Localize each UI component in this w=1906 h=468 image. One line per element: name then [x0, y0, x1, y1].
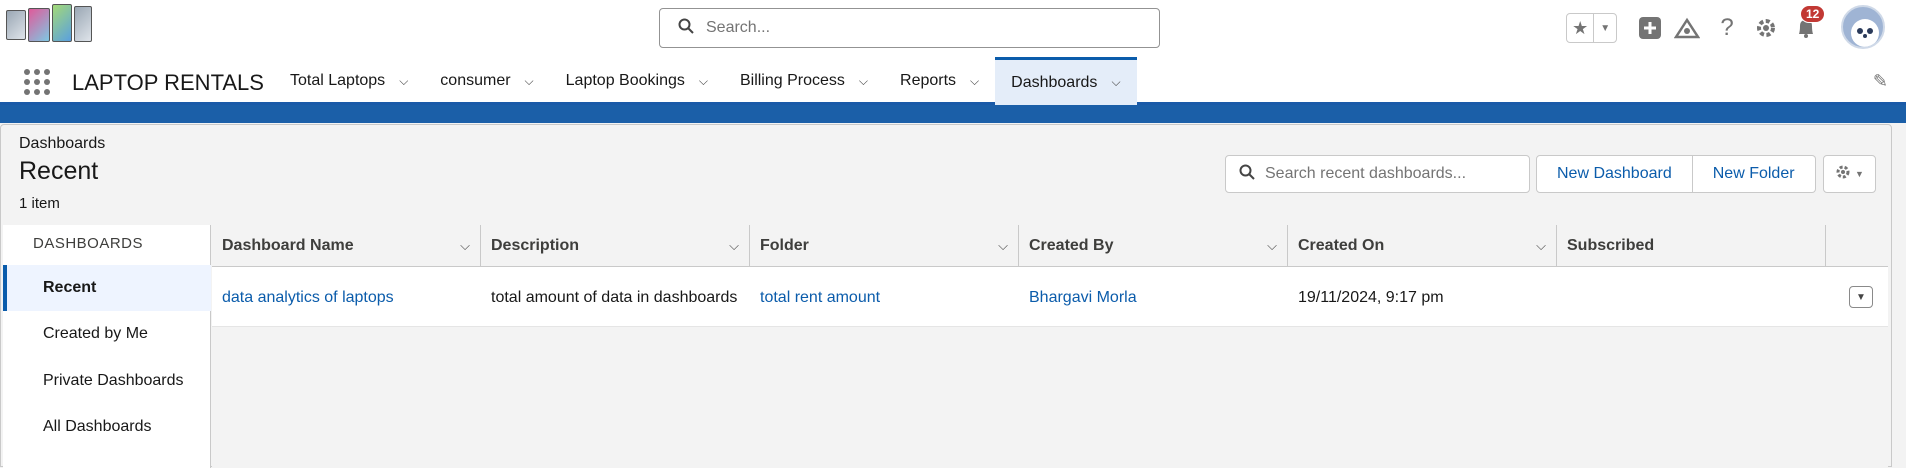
search-icon [678, 18, 694, 39]
sidebar-item-label: Recent [43, 279, 97, 296]
tab-label: Dashboards [1011, 73, 1098, 91]
dashboards-table: Dashboard Name ⌵ Description ⌵ Folder ⌵ Cre… [212, 225, 1888, 468]
column-header-dashboard-name[interactable]: Dashboard Name ⌵ [212, 225, 481, 267]
subscribed-value [1557, 267, 1826, 327]
chevron-down-icon[interactable]: ⌵ [399, 74, 408, 89]
column-header-subscribed[interactable]: Subscribed [1557, 225, 1826, 267]
global-add-icon[interactable] [1636, 14, 1664, 42]
created-by-link[interactable]: Bhargavi Morla [1019, 267, 1288, 327]
folder-link[interactable]: total rent amount [750, 267, 1019, 327]
user-avatar[interactable] [1841, 5, 1885, 49]
tab-label: consumer [440, 72, 511, 89]
item-count: 1 item [19, 195, 60, 212]
row-actions-dropdown-icon[interactable]: ▼ [1849, 286, 1873, 308]
tab-consumer[interactable]: consumer ⌵ [424, 57, 549, 105]
sidebar-item-label: Created by Me [43, 325, 148, 342]
trailhead-icon[interactable] [1673, 14, 1701, 42]
favorites-dropdown-icon[interactable]: ▼ [1594, 14, 1616, 42]
column-header-label: Subscribed [1567, 237, 1655, 254]
dashboard-description: total amount of data in dashboards [491, 288, 738, 306]
sidebar-item-all-dashboards[interactable]: All Dashboards [3, 404, 211, 450]
chevron-down-icon[interactable]: ⌵ [1536, 238, 1546, 254]
sidebar-item-created-by-me[interactable]: Created by Me [3, 311, 211, 357]
tab-reports[interactable]: Reports ⌵ [884, 57, 995, 105]
column-header-label: Description [491, 237, 580, 254]
tab-billing-process[interactable]: Billing Process ⌵ [724, 57, 884, 105]
star-icon[interactable]: ★ [1567, 14, 1595, 42]
app-nav-bar: LAPTOP RENTALS Total Laptops ⌵ consumer ⌵ … [0, 57, 1906, 105]
column-header-description[interactable]: Description ⌵ [481, 225, 750, 267]
tab-label: Billing Process [739, 72, 845, 89]
new-dashboard-button[interactable]: New Dashboard [1536, 155, 1693, 193]
notification-badge: 12 [1800, 5, 1826, 23]
chevron-down-icon[interactable]: ⌵ [699, 74, 708, 89]
tab-label: Total Laptops [290, 72, 386, 89]
tab-total-laptops[interactable]: Total Laptops ⌵ [274, 57, 424, 105]
setup-gear-icon[interactable] [1752, 14, 1780, 42]
table-row: data analytics of laptops total amount o… [212, 267, 1888, 327]
chevron-down-icon[interactable]: ⌵ [1267, 238, 1277, 254]
chevron-down-icon[interactable]: ⌵ [859, 74, 868, 89]
list-settings-button[interactable]: ▼ [1823, 155, 1876, 193]
column-header-folder[interactable]: Folder ⌵ [750, 225, 1019, 267]
tab-dashboards[interactable]: Dashboards ⌵ [995, 57, 1137, 105]
chevron-down-icon: ▼ [1855, 169, 1864, 179]
chevron-down-icon[interactable]: ⌵ [729, 238, 739, 254]
chevron-down-icon[interactable]: ⌵ [460, 238, 470, 254]
column-header-label: Dashboard Name [222, 237, 354, 254]
dashboards-sidebar: DASHBOARDS Recent Created by Me Private … [3, 225, 211, 468]
tab-laptop-bookings[interactable]: Laptop Bookings ⌵ [550, 57, 724, 105]
sidebar-item-label: All Dashboards [43, 418, 152, 435]
breadcrumb: Dashboards [19, 135, 106, 152]
list-view-card: Dashboards Recent 1 item New Dashboard N… [0, 124, 1892, 468]
chevron-down-icon[interactable]: ⌵ [525, 74, 534, 89]
sidebar-item-label: Private Dashboards [43, 372, 184, 389]
action-button-group: New Dashboard New Folder [1536, 155, 1816, 193]
chevron-down-icon[interactable]: ⌵ [1111, 75, 1120, 90]
sidebar-item-private-dashboards[interactable]: Private Dashboards [3, 358, 211, 404]
sidebar-item-recent[interactable]: Recent [3, 265, 211, 311]
chevron-down-icon[interactable]: ⌵ [998, 238, 1008, 254]
recent-search-field[interactable] [1225, 155, 1530, 193]
nav-tabs: Total Laptops ⌵ consumer ⌵ Laptop Bookings… [274, 57, 1137, 105]
search-icon [1239, 164, 1255, 185]
recent-search-input[interactable] [1265, 165, 1515, 183]
global-search-input[interactable] [706, 19, 1126, 37]
tab-label: Reports [900, 72, 957, 89]
chevron-down-icon[interactable]: ⌵ [970, 74, 979, 89]
gear-icon [1835, 164, 1851, 185]
sidebar-title: DASHBOARDS [33, 235, 144, 252]
column-header-created-by[interactable]: Created By ⌵ [1019, 225, 1288, 267]
favorites-group: ★ ▼ [1566, 13, 1617, 43]
column-header-label: Created On [1298, 237, 1385, 254]
column-header-label: Folder [760, 237, 809, 254]
table-header-row: Dashboard Name ⌵ Description ⌵ Folder ⌵ Cre… [212, 225, 1888, 267]
edit-nav-pencil-icon[interactable]: ✎ [1873, 71, 1888, 92]
company-logo[interactable] [6, 4, 92, 51]
column-header-actions [1826, 225, 1888, 267]
column-header-label: Created By [1029, 237, 1114, 254]
tab-label: Laptop Bookings [565, 72, 685, 89]
global-search-field[interactable] [659, 8, 1160, 48]
dashboard-name-link[interactable]: data analytics of laptops [212, 267, 481, 327]
column-header-created-on[interactable]: Created On ⌵ [1288, 225, 1557, 267]
page-title: Recent [19, 157, 99, 185]
created-on-value: 19/11/2024, 9:17 pm [1298, 288, 1444, 306]
app-launcher-icon[interactable] [22, 67, 52, 97]
help-icon[interactable]: ? [1713, 14, 1741, 42]
app-name: LAPTOP RENTALS [72, 70, 264, 95]
global-header: ★ ▼ ? 12 [0, 0, 1906, 57]
new-folder-button[interactable]: New Folder [1692, 155, 1816, 193]
